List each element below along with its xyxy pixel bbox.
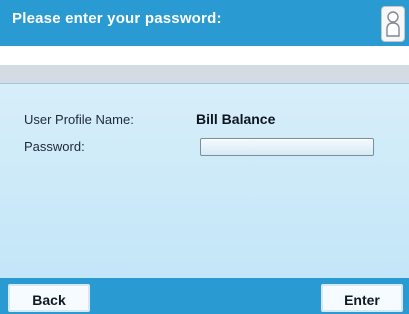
footer-bar: Back Enter [0, 278, 409, 314]
page-title: Please enter your password: [12, 10, 222, 27]
password-screen: Please enter your password: User Profile… [0, 0, 409, 314]
user-profile-icon [381, 6, 405, 42]
user-profile-value: Bill Balance [196, 111, 276, 127]
password-input[interactable] [200, 138, 374, 156]
user-profile-label: User Profile Name: [24, 112, 134, 127]
enter-button[interactable]: Enter [321, 284, 403, 312]
back-button[interactable]: Back [8, 284, 90, 312]
title-bar: Please enter your password: [0, 0, 409, 46]
password-label: Password: [24, 139, 85, 154]
form-area: User Profile Name: Bill Balance Password… [0, 84, 409, 278]
info-bar [0, 64, 409, 84]
spacer-band [0, 46, 409, 64]
